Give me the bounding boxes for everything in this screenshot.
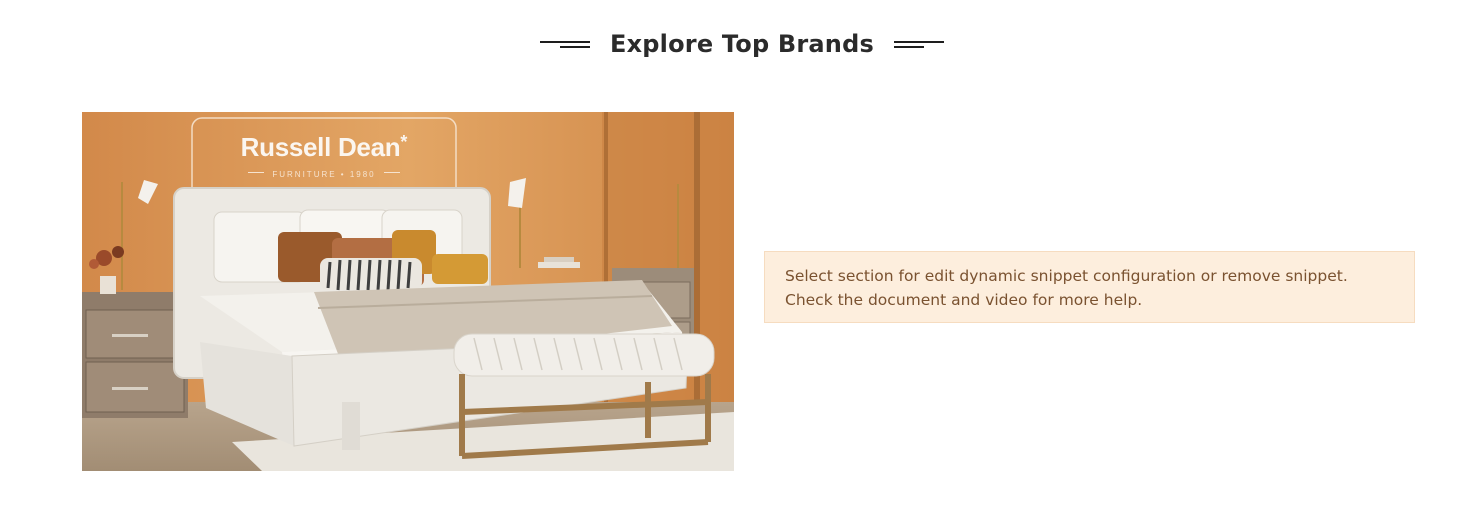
notice-line-2: Check the document and video for more he… — [785, 291, 1143, 309]
notice-line-1: Select section for edit dynamic snippet … — [785, 267, 1348, 285]
snippet-config-notice: Select section for edit dynamic snippet … — [764, 251, 1415, 323]
heading-decoration-left — [540, 39, 591, 49]
bedroom-photo — [82, 112, 734, 471]
brands-section: Explore Top Brands Russell Dean* FURNITU… — [0, 0, 1484, 527]
section-title: Explore Top Brands — [610, 30, 874, 58]
section-heading: Explore Top Brands — [0, 24, 1484, 64]
heading-decoration-right — [893, 39, 944, 49]
brand-banner-russell-dean[interactable]: Russell Dean* FURNITURE • 1980 — [82, 112, 734, 471]
